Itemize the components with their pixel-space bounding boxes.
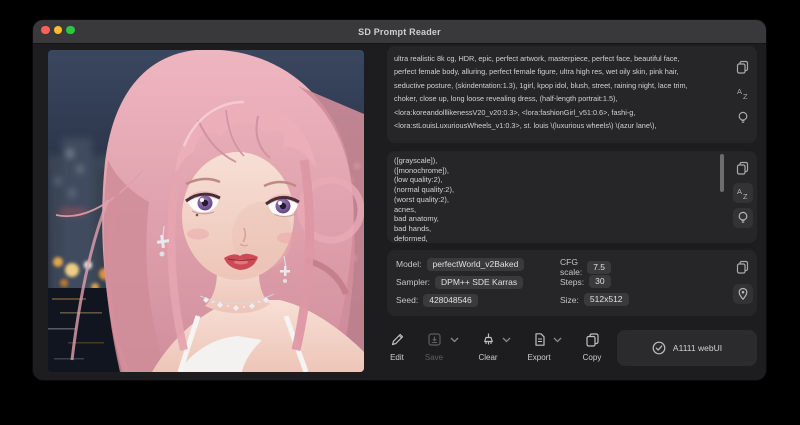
clear-chevron-down-icon[interactable]: [502, 337, 511, 343]
cfg-label: CFG scale:: [560, 257, 582, 277]
svg-text:A: A: [737, 87, 742, 96]
settings-panel: Model: perfectWorld_v2Baked CFG scale: 7…: [387, 250, 757, 316]
anime-girl-image: [48, 50, 364, 372]
sort-az-icon: A Z: [736, 86, 750, 100]
svg-text:Z: Z: [743, 92, 748, 100]
pin-settings-button[interactable]: [733, 284, 753, 304]
raw-negative-button[interactable]: [733, 208, 753, 228]
copy-icon: [585, 332, 600, 347]
format-badge[interactable]: A1111 webUI: [617, 330, 757, 366]
document-icon: [532, 332, 547, 347]
copy-icon: [736, 260, 749, 274]
pencil-icon: [390, 332, 405, 347]
copy-settings-button[interactable]: [736, 260, 749, 274]
size-label: Size:: [560, 295, 579, 305]
sort-negative-button[interactable]: A Z: [733, 183, 753, 203]
app-window: SD Prompt Reader: [33, 20, 766, 380]
image-preview: [48, 50, 364, 372]
save-icon: [427, 332, 442, 347]
model-value: perfectWorld_v2Baked: [427, 258, 525, 271]
titlebar[interactable]: SD Prompt Reader: [33, 20, 766, 44]
model-label: Model:: [396, 259, 422, 269]
negative-prompt-panel[interactable]: ([grayscale]), ([monochrome]), (low qual…: [387, 151, 757, 243]
sampler-value: DPM++ SDE Karras: [435, 276, 523, 289]
export-button[interactable]: Export: [525, 332, 553, 362]
raw-positive-button[interactable]: [737, 111, 749, 125]
negative-prompt-text[interactable]: ([grayscale]), ([monochrome]), (low qual…: [394, 156, 734, 243]
check-circle-icon: [652, 341, 666, 355]
format-badge-label: A1111 webUI: [673, 343, 722, 353]
copy-icon: [736, 161, 749, 175]
seed-value: 428048546: [423, 294, 478, 307]
export-chevron-down-icon[interactable]: [553, 337, 562, 343]
clear-button[interactable]: Clear: [474, 332, 502, 362]
copy-icon: [736, 60, 749, 74]
svg-text:A: A: [737, 187, 742, 196]
lightbulb-icon: [737, 211, 749, 225]
close-button[interactable]: [41, 26, 50, 35]
sampler-label: Sampler:: [396, 277, 430, 287]
zoom-button[interactable]: [66, 26, 75, 35]
broom-icon: [481, 332, 496, 347]
edit-button[interactable]: Edit: [383, 332, 411, 362]
copy-all-button[interactable]: Copy: [578, 332, 606, 362]
copy-negative-button[interactable]: [736, 161, 749, 175]
save-button[interactable]: Save: [420, 332, 448, 362]
svg-text:Z: Z: [743, 192, 748, 200]
seed-label: Seed:: [396, 295, 418, 305]
positive-prompt-text[interactable]: ultra realistic 8k cg, HDR, epic, perfec…: [394, 52, 734, 132]
steps-label: Steps:: [560, 277, 584, 287]
sort-positive-button[interactable]: A Z: [736, 86, 750, 100]
steps-value: 30: [589, 275, 610, 288]
lightbulb-icon: [737, 111, 749, 125]
sort-az-icon: A Z: [736, 186, 750, 200]
negative-scrollbar[interactable]: [720, 154, 724, 192]
window-title: SD Prompt Reader: [358, 27, 441, 37]
size-value: 512x512: [584, 293, 629, 306]
cfg-value: 7.5: [587, 261, 611, 274]
save-chevron-down-icon[interactable]: [450, 337, 459, 343]
positive-prompt-panel[interactable]: ultra realistic 8k cg, HDR, epic, perfec…: [387, 46, 757, 143]
minimize-button[interactable]: [54, 26, 63, 35]
copy-positive-button[interactable]: [736, 60, 749, 74]
pin-icon: [737, 287, 749, 301]
